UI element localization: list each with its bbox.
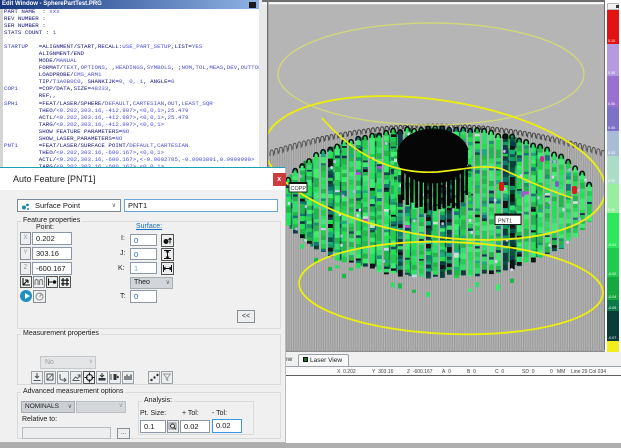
svg-text:COPP: COPP: [291, 186, 307, 192]
svg-text:PNT1: PNT1: [498, 219, 512, 225]
